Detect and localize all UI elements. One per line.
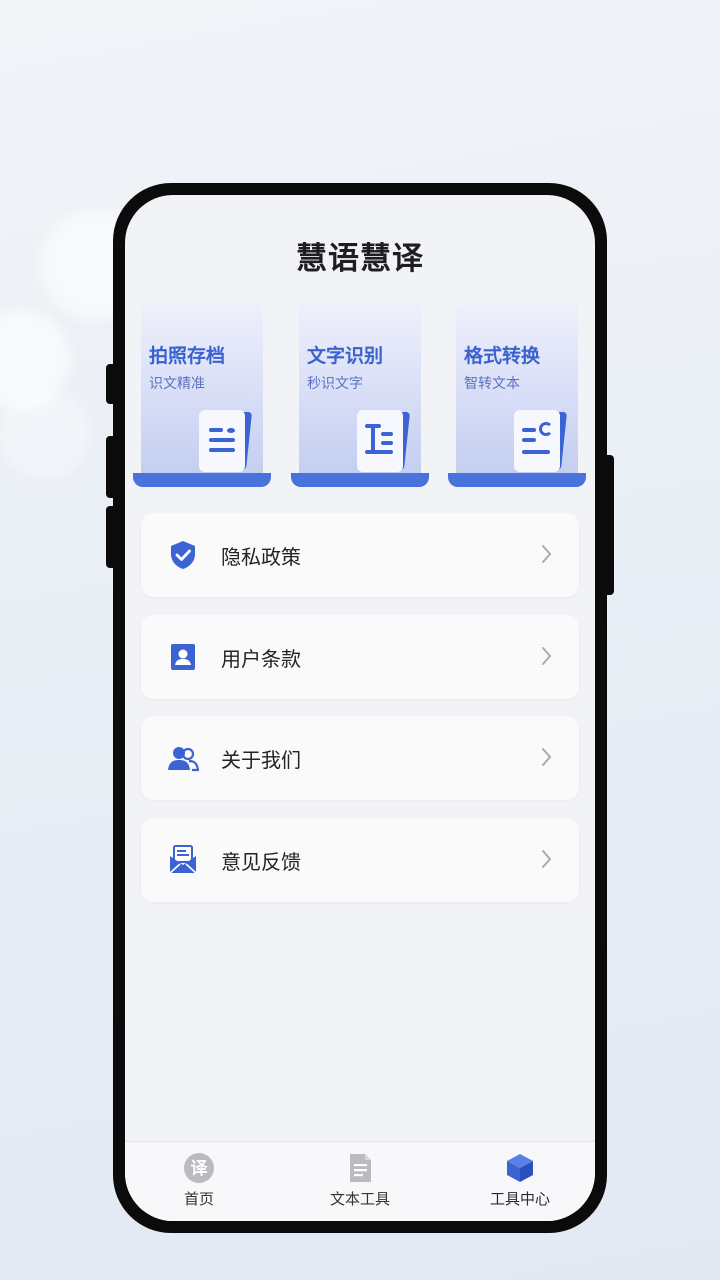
translate-icon: 译	[184, 1153, 214, 1183]
tab-label: 文本工具	[329, 1190, 390, 1208]
menu-item-privacy-policy[interactable]: 隐私政策	[141, 513, 579, 597]
cube-icon	[507, 1154, 533, 1182]
menu-item-label: 隐私政策	[221, 545, 301, 569]
chevron-right-icon	[542, 748, 552, 766]
chevron-right-icon	[542, 850, 552, 868]
menu-item-about-us[interactable]: 关于我们	[141, 716, 579, 800]
chevron-right-icon	[542, 647, 552, 665]
user-card-icon	[171, 644, 195, 670]
feature-card-title: 拍照存档	[149, 345, 226, 367]
svg-text:译: 译	[191, 1159, 209, 1179]
chevron-right-icon	[542, 545, 552, 563]
feature-card-title: 格式转换	[464, 345, 541, 367]
tab-tool-center[interactable]: 工具中心	[460, 1152, 580, 1212]
feature-card-photo-archive[interactable]: 拍照存档 识文精准	[133, 303, 271, 487]
feature-card-subtitle: 识文精准	[149, 376, 205, 392]
feature-card-title: 文字识别	[307, 345, 384, 367]
page-title: 慧语慧译	[296, 241, 424, 277]
tab-label: 首页	[183, 1190, 214, 1208]
mail-icon	[169, 845, 197, 874]
users-icon	[168, 747, 199, 772]
tab-text-tools[interactable]: 文本工具	[300, 1152, 420, 1212]
menu-item-user-terms[interactable]: 用户条款	[141, 615, 579, 699]
document-lines-icon	[199, 410, 253, 474]
tab-label: 工具中心	[489, 1190, 550, 1208]
menu-item-feedback[interactable]: 意见反馈	[141, 818, 579, 902]
feature-card-subtitle: 智转文本	[464, 376, 520, 392]
feature-card-format-convert[interactable]: 格式转换 智转文本	[448, 303, 586, 487]
menu-item-label: 意见反馈	[221, 850, 301, 874]
background-bokeh	[0, 390, 90, 480]
document-icon	[350, 1154, 371, 1182]
feature-card-text-recognition[interactable]: 文字识别 秒识文字	[291, 303, 429, 487]
menu-item-label: 关于我们	[221, 748, 301, 772]
shield-check-icon	[171, 541, 195, 569]
app-screen: 慧语慧译 拍照存档 识文精准 文字识别 秒识文字 格式转换 智转文本 隐私政策 …	[125, 195, 595, 1221]
format-convert-icon	[514, 410, 568, 474]
tab-home[interactable]: 译 首页	[139, 1152, 259, 1212]
feature-card-subtitle: 秒识文字	[307, 376, 363, 392]
text-recognition-icon	[357, 410, 411, 474]
menu-item-label: 用户条款	[221, 647, 301, 671]
bottom-tab-bar: 译 首页 文本工具 工具中心	[125, 1141, 595, 1221]
